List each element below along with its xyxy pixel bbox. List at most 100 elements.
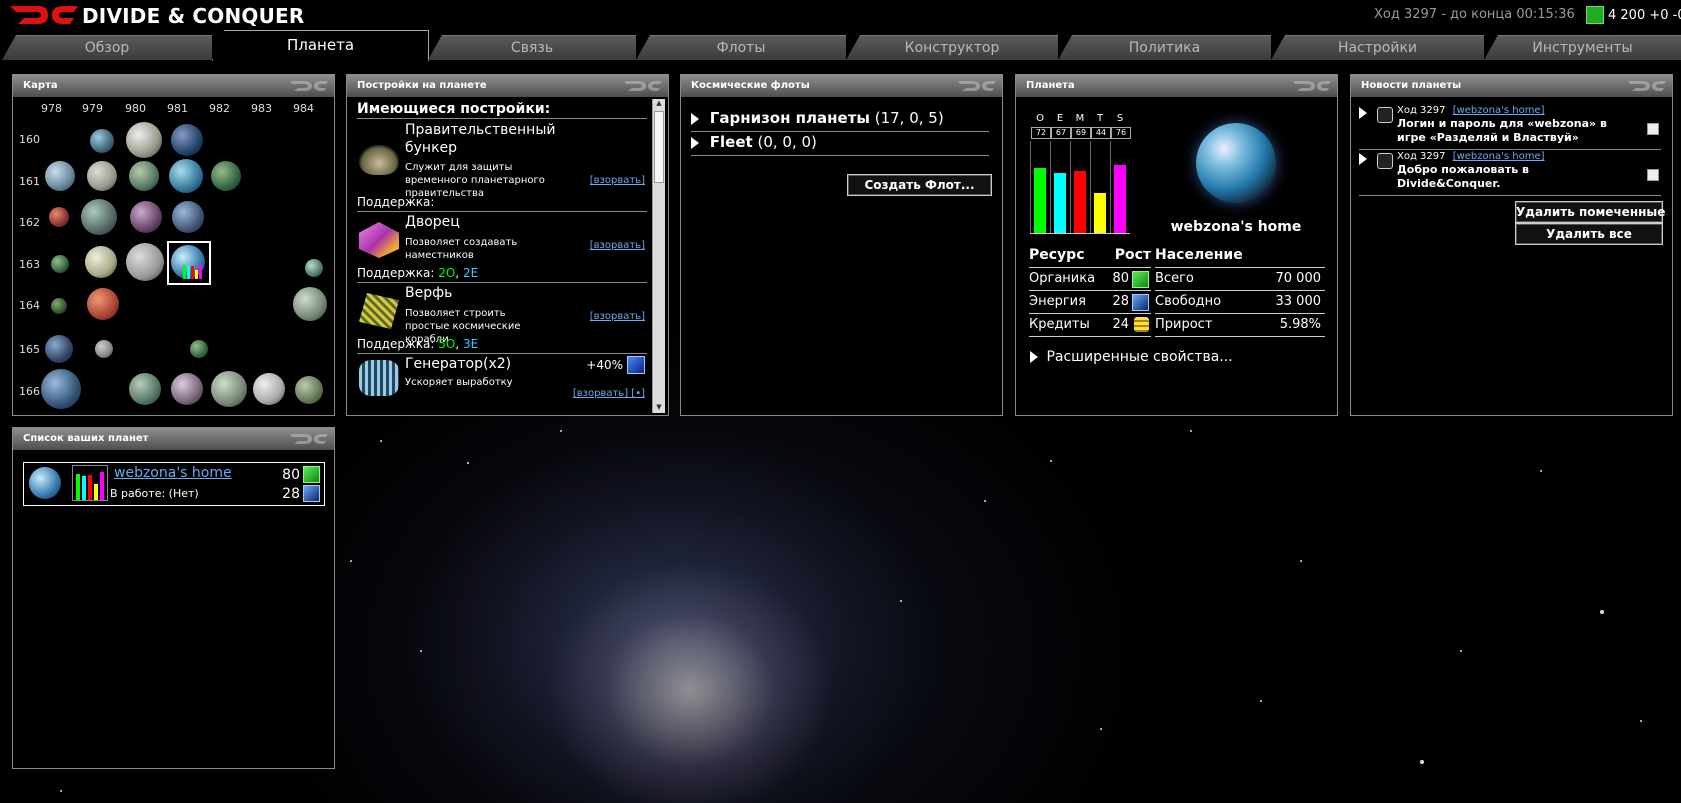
- extended-properties-toggle[interactable]: Расширенные свойства...: [1030, 349, 1233, 365]
- population-row: Свободно 33 000: [1155, 291, 1325, 314]
- fleet-row[interactable]: Fleet (0, 0, 0): [691, 133, 989, 156]
- map-col-label: 978: [41, 102, 62, 115]
- map-planet[interactable]: [90, 129, 114, 153]
- map-planet[interactable]: [129, 373, 161, 405]
- news-planet-link[interactable]: [webzona's home]: [1453, 151, 1545, 162]
- map-planet[interactable]: [87, 288, 119, 320]
- map-planet[interactable]: [49, 207, 69, 227]
- resource-value: 80: [1112, 271, 1129, 286]
- map-row-label: 164: [19, 299, 40, 312]
- expand-arrow-icon[interactable]: [691, 136, 699, 149]
- map-planet[interactable]: [171, 124, 203, 156]
- tab-fleets[interactable]: Флоты: [636, 35, 846, 60]
- news-checkbox[interactable]: [1647, 123, 1659, 135]
- tab-politics[interactable]: Политика: [1058, 35, 1271, 60]
- bar-value: 72: [1031, 127, 1051, 139]
- map-planet[interactable]: [172, 201, 204, 233]
- news-checkbox[interactable]: [1647, 169, 1659, 181]
- building-name: Дворец: [405, 214, 460, 230]
- generator-icon: [359, 360, 399, 396]
- building-desc: Позволяет создавать наместников: [405, 237, 518, 261]
- map-planet[interactable]: [81, 199, 117, 235]
- bar-area: [1030, 141, 1130, 234]
- dc-watermark-icon: [958, 81, 996, 91]
- delete-all-button[interactable]: Удалить все: [1515, 223, 1663, 245]
- resources-header: Ресурс Рост: [1029, 247, 1151, 268]
- news-planet-link[interactable]: [webzona's home]: [1453, 105, 1545, 116]
- map-planet[interactable]: [51, 255, 69, 273]
- dc-watermark-icon: [624, 81, 662, 91]
- planet-mini-bars: [72, 465, 108, 501]
- energy-icon: [1132, 294, 1149, 311]
- dc-watermark-icon: [290, 434, 328, 444]
- map-planet[interactable]: [85, 246, 117, 278]
- expand-arrow-icon[interactable]: [1030, 351, 1038, 363]
- map-planet[interactable]: [45, 335, 73, 363]
- scroll-down-arrow-icon[interactable]: ▼: [653, 403, 665, 413]
- demolish-link[interactable]: [взорвать] [•]: [573, 388, 645, 399]
- demolish-link[interactable]: [взорвать]: [590, 240, 645, 251]
- map-planet[interactable]: [126, 122, 162, 158]
- map-planet[interactable]: [295, 376, 323, 404]
- planet-thumbnail: [29, 467, 61, 499]
- news-turn: Ход 3297: [1397, 105, 1446, 116]
- tab-tools[interactable]: Инструменты: [1484, 35, 1681, 60]
- planet-name: webzona's home: [1170, 219, 1302, 235]
- news-item[interactable]: Ход 3297 [webzona's home] Добро пожалова…: [1359, 151, 1661, 196]
- map-planet[interactable]: [211, 371, 247, 407]
- map-planet[interactable]: [41, 369, 81, 409]
- tab-planet[interactable]: Планета: [212, 30, 429, 61]
- bar-labels: O EMT S: [1030, 113, 1130, 125]
- expand-arrow-icon[interactable]: [691, 112, 699, 125]
- map-planet[interactable]: [171, 373, 203, 405]
- stat-bar: [1054, 173, 1066, 233]
- buildings-scrollbar[interactable]: ▲ ▼: [652, 99, 665, 413]
- tab-communication[interactable]: Связь: [428, 35, 636, 60]
- map-planet[interactable]: [211, 161, 241, 191]
- map-planet[interactable]: [129, 161, 159, 191]
- map-row-label: 162: [19, 216, 40, 229]
- population-name: Свободно: [1155, 294, 1222, 309]
- demolish-link[interactable]: [взорвать]: [590, 311, 645, 322]
- map-planet[interactable]: [293, 287, 327, 321]
- dc-watermark-icon: [290, 81, 328, 91]
- tab-settings[interactable]: Настройки: [1271, 35, 1484, 60]
- bar-label: E: [1056, 113, 1064, 124]
- planet-list-item[interactable]: webzona's home В работе: (Нет) 80 28: [23, 462, 325, 506]
- map-planet[interactable]: [51, 298, 67, 314]
- panel-header: Планета: [1016, 75, 1337, 97]
- map-planet[interactable]: [87, 161, 117, 191]
- bar-separator: [1090, 141, 1091, 233]
- expand-arrow-icon[interactable]: [1359, 153, 1367, 165]
- tab-constructor[interactable]: Конструктор: [846, 35, 1058, 60]
- demolish-link[interactable]: [взорвать]: [590, 175, 645, 186]
- map-grid: 978 979 980 981 982 983 984 160 161 162 …: [13, 97, 334, 415]
- scroll-thumb[interactable]: [654, 111, 664, 183]
- map-planet[interactable]: [130, 201, 162, 233]
- fleet-row[interactable]: Гарнизон планеты (17, 0, 5): [691, 109, 989, 132]
- bar-separator: [1050, 141, 1051, 233]
- map-planet[interactable]: [169, 159, 203, 193]
- bar-label: S: [1116, 113, 1124, 124]
- map-planet[interactable]: [95, 340, 113, 358]
- scroll-up-arrow-icon[interactable]: ▲: [653, 99, 665, 109]
- bar-value: 76: [1111, 127, 1131, 139]
- buildings-scroll-area[interactable]: Имеющиеся постройки: Правительственный б…: [357, 101, 647, 413]
- map-planet[interactable]: [305, 259, 323, 277]
- planet-list-name[interactable]: webzona's home: [114, 465, 232, 481]
- resource-value: 24: [1112, 317, 1129, 332]
- tab-overview[interactable]: Обзор: [2, 35, 212, 60]
- news-text: Добро пожаловать в Divide&Conquer.: [1397, 163, 1529, 190]
- map-planet[interactable]: [190, 340, 208, 358]
- create-fleet-button[interactable]: Создать Флот...: [847, 174, 992, 196]
- map-planet[interactable]: [126, 243, 164, 281]
- delete-marked-button[interactable]: Удалить помеченные: [1515, 201, 1665, 223]
- map-planet[interactable]: [45, 161, 75, 191]
- selected-planet-cell[interactable]: [167, 241, 211, 285]
- news-item[interactable]: Ход 3297 [webzona's home] Логин и пароль…: [1359, 105, 1661, 150]
- map-planet[interactable]: [253, 373, 285, 405]
- expand-arrow-icon[interactable]: [1359, 107, 1367, 119]
- news-turn: Ход 3297: [1397, 151, 1446, 162]
- planet-list-energy: 28: [282, 485, 320, 502]
- bar-separator: [1070, 141, 1071, 233]
